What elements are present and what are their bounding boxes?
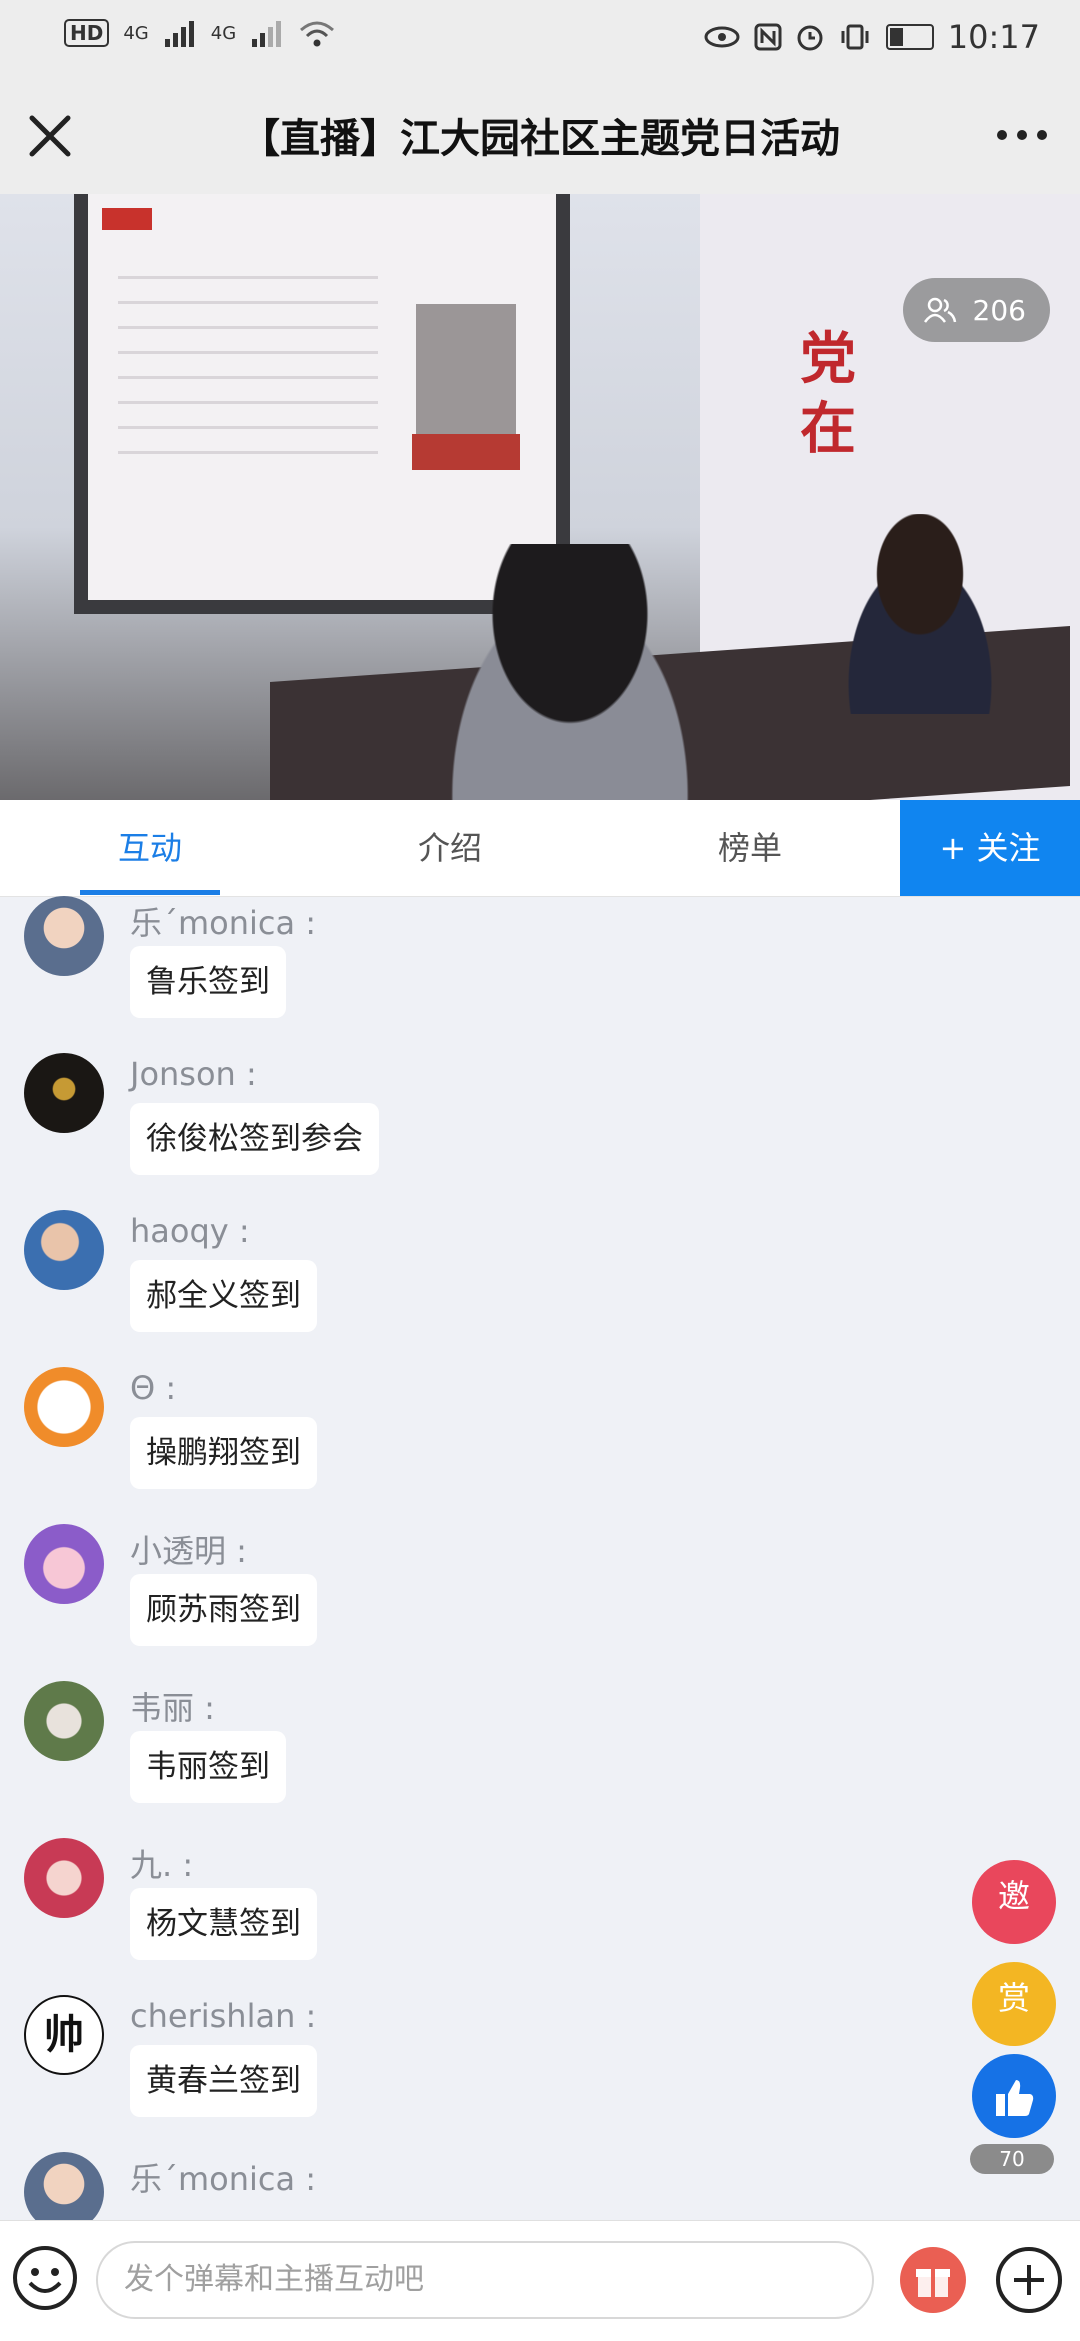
- danmaku-input[interactable]: 发个弹幕和主播互动吧: [96, 2241, 874, 2319]
- viewer-count: 206: [972, 293, 1026, 327]
- chat-message: 韦丽 : 韦丽签到: [0, 1681, 1000, 1838]
- tab-interaction[interactable]: 互动: [0, 800, 300, 896]
- chat-bubble: 韦丽签到: [130, 1731, 286, 1803]
- alarm-icon: [797, 25, 823, 51]
- avatar[interactable]: [24, 1838, 104, 1918]
- status-bar: HD 4G 4G 10:17: [0, 0, 1080, 76]
- chat-bubble: 杨文慧签到: [130, 1888, 317, 1960]
- avatar[interactable]: [24, 1524, 104, 1604]
- tab-ranking[interactable]: 榜单: [600, 800, 900, 896]
- signal-icon-2: [252, 21, 282, 47]
- emoji-icon[interactable]: [12, 2245, 78, 2311]
- chat-bubble: 操鹏翔签到: [130, 1417, 317, 1489]
- network-label-2: 4G: [210, 22, 237, 44]
- battery-icon: [885, 24, 934, 50]
- network-label-1: 4G: [123, 22, 149, 44]
- chat-message: 乐´monica : 鲁乐签到: [0, 896, 1000, 1053]
- nfc-icon: [754, 23, 782, 51]
- chat-bubble: 徐俊松签到参会: [130, 1103, 379, 1175]
- page-title: 【直播】江大园社区主题党日活动: [240, 116, 840, 162]
- chat-message: Jonson : 徐俊松签到参会: [0, 1053, 1000, 1210]
- chat-bubble: 鲁乐签到: [130, 946, 286, 1018]
- active-tab-indicator: [80, 890, 220, 895]
- wall-decoration: 党在: [800, 326, 856, 462]
- chat-username: Θ :: [130, 1369, 177, 1407]
- chat-username: 乐´monica :: [130, 2160, 317, 2198]
- plus-icon[interactable]: [994, 2245, 1064, 2315]
- like-count: 70: [970, 2144, 1054, 2174]
- avatar[interactable]: [24, 1681, 104, 1761]
- slide-text-lines: [118, 254, 378, 454]
- composer-bar: 发个弹幕和主播互动吧: [0, 2220, 1080, 2341]
- chat-message: haoqy : 郝全义签到: [0, 1210, 1000, 1367]
- chat-message: Θ : 操鹏翔签到: [0, 1367, 1000, 1524]
- thumbs-up-icon: [996, 2080, 1034, 2116]
- chat-message: 九. : 杨文慧签到: [0, 1838, 1000, 1995]
- avatar[interactable]: 帅: [24, 1995, 104, 2075]
- close-icon[interactable]: [22, 108, 78, 164]
- slide-caption-box: [412, 434, 520, 470]
- chat-username: 韦丽 :: [130, 1689, 215, 1727]
- chat-bubble: 黄春兰签到: [130, 2045, 317, 2117]
- chat-username: 九. :: [130, 1846, 194, 1884]
- chat-bubble: 顾苏雨签到: [130, 1574, 317, 1646]
- gift-button[interactable]: [900, 2247, 966, 2313]
- reward-label: 赏: [997, 1979, 1030, 2017]
- video-attendee: [420, 544, 720, 800]
- avatar[interactable]: [24, 1210, 104, 1290]
- chat-message: 乐´monica :: [0, 2152, 1000, 2220]
- chat-message: 帅 cherishlan : 黄春兰签到: [0, 1995, 1000, 2152]
- title-bar: 【直播】江大园社区主题党日活动: [0, 76, 1080, 194]
- vibrate-icon: [841, 24, 869, 50]
- more-dots-icon[interactable]: [992, 120, 1052, 150]
- people-icon: [923, 297, 956, 323]
- avatar[interactable]: [24, 2152, 104, 2220]
- reward-button[interactable]: 赏: [972, 1962, 1056, 2046]
- avatar[interactable]: [24, 1367, 104, 1447]
- invite-label: 邀: [997, 1877, 1030, 1915]
- chat-username: cherishlan :: [130, 1997, 317, 2035]
- viewer-count-badge: 206: [902, 278, 1050, 342]
- hd-badge: HD: [64, 19, 110, 47]
- eye-icon: [704, 26, 740, 48]
- live-video[interactable]: 党在 206: [0, 194, 1080, 800]
- signal-icon: [164, 21, 194, 47]
- avatar[interactable]: [24, 1053, 104, 1133]
- slide-portrait: [416, 304, 516, 434]
- slide-header-mark: [102, 208, 152, 230]
- tab-intro[interactable]: 介绍: [300, 800, 600, 896]
- gift-icon: [916, 2269, 950, 2297]
- invite-button[interactable]: 邀: [972, 1860, 1056, 1944]
- chat-bubble: 郝全义签到: [130, 1260, 317, 1332]
- chat-username: 小透明 :: [130, 1532, 247, 1570]
- tab-bar: 互动 介绍 榜单 + 关注: [0, 800, 1080, 897]
- follow-button[interactable]: + 关注: [900, 800, 1080, 896]
- clock: 10:17: [947, 18, 1040, 56]
- chat-username: haoqy :: [130, 1212, 250, 1250]
- video-speaker: [820, 514, 1020, 714]
- avatar[interactable]: [24, 896, 104, 976]
- like-button[interactable]: [972, 2054, 1056, 2138]
- chat-message: 小透明 : 顾苏雨签到: [0, 1524, 1000, 1681]
- wifi-icon: [300, 21, 335, 47]
- chat-username: 乐´monica :: [130, 904, 317, 942]
- chat-list[interactable]: 乐´monica : 鲁乐签到 Jonson : 徐俊松签到参会 haoqy :…: [0, 896, 1080, 2220]
- chat-username: Jonson :: [130, 1055, 257, 1093]
